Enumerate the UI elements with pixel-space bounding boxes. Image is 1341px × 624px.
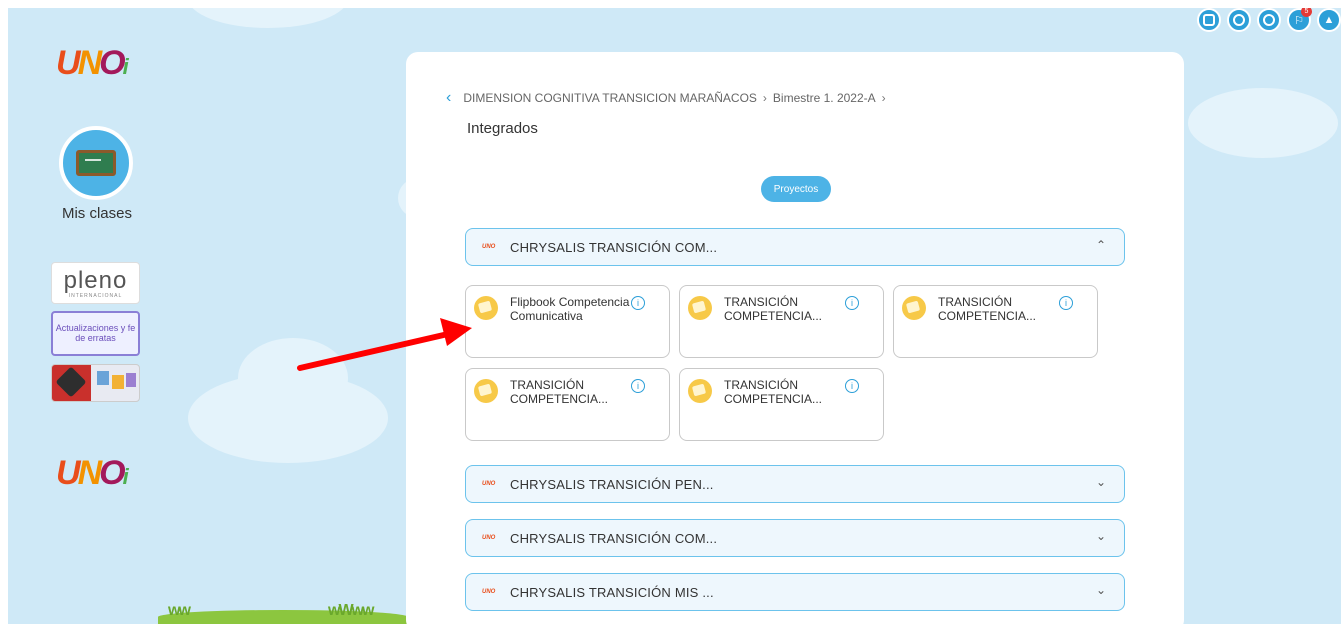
info-icon[interactable]: i xyxy=(845,379,859,393)
uno-mini-icon: UNO xyxy=(482,244,496,250)
actualizaciones-banner[interactable]: Actualizaciones y fe de erratas xyxy=(51,311,140,356)
accordion-header[interactable]: UNO CHRYSALIS TRANSICIÓN PEN... ⌄ xyxy=(465,465,1125,503)
info-icon[interactable]: i xyxy=(845,296,859,310)
book-image xyxy=(126,373,136,387)
accordion-header[interactable]: UNO CHRYSALIS TRANSICIÓN MIS ... ⌄ xyxy=(465,573,1125,611)
pleno-banner[interactable]: pleno INTERNACIONAL xyxy=(51,262,140,304)
cloud-decoration xyxy=(1188,88,1338,158)
org-chart-icon[interactable]: ▲ xyxy=(1317,8,1341,32)
breadcrumb-period[interactable]: Bimestre 1. 2022-A xyxy=(773,91,876,105)
info-icon[interactable]: i xyxy=(1059,296,1073,310)
book-icon xyxy=(688,379,712,403)
accordion-header[interactable]: UNO CHRYSALIS TRANSICIÓN COM... ⌄ xyxy=(465,519,1125,557)
resource-title: TRANSICIÓN COMPETENCIA... xyxy=(510,378,609,406)
classroom-icon xyxy=(76,150,116,176)
book-image xyxy=(112,375,124,389)
resource-card[interactable]: TRANSICIÓN COMPETENCIA... i xyxy=(465,368,670,441)
actualizaciones-label: Actualizaciones y fe de erratas xyxy=(55,323,136,343)
resource-card[interactable]: TRANSICIÓN COMPETENCIA... i xyxy=(679,368,884,441)
breadcrumb-course[interactable]: DIMENSION COGNITIVA TRANSICION MARAÑACOS xyxy=(463,91,757,105)
info-icon[interactable]: i xyxy=(631,379,645,393)
device-image xyxy=(55,366,87,398)
chevron-down-icon[interactable]: ⌄ xyxy=(1096,583,1106,597)
chevron-down-icon[interactable]: ⌄ xyxy=(1096,529,1106,543)
resource-card[interactable]: TRANSICIÓN COMPETENCIA... i xyxy=(679,285,884,358)
accordion-label: CHRYSALIS TRANSICIÓN MIS ... xyxy=(510,584,714,600)
page-title: Integrados xyxy=(467,120,538,137)
uno-mini-icon: UNO xyxy=(482,481,496,487)
book-icon xyxy=(474,379,498,403)
resource-title: Flipbook Competencia Comunicativa xyxy=(510,295,630,323)
tab-proyectos[interactable]: Proyectos xyxy=(761,176,831,202)
uno-mini-icon: UNO xyxy=(482,589,496,595)
grass-decoration: wWww xyxy=(328,602,374,619)
uno-mini-icon: UNO xyxy=(482,535,496,541)
pleno-subtitle: INTERNACIONAL xyxy=(68,293,123,299)
cloud-decoration xyxy=(188,8,348,28)
chevron-down-icon[interactable]: ⌄ xyxy=(1096,475,1106,489)
content-card: ‹ DIMENSION COGNITIVA TRANSICION MARAÑAC… xyxy=(406,52,1184,624)
back-icon[interactable]: ‹ xyxy=(446,90,451,106)
top-toolbar: ⚐ 5 ▲ xyxy=(1197,8,1341,32)
chevron-up-icon[interactable]: ⌃ xyxy=(1096,238,1106,252)
chevron-right-icon: › xyxy=(881,91,886,105)
accordion-header[interactable]: UNO CHRYSALIS TRANSICIÓN COM... ⌃ xyxy=(465,228,1125,266)
mail-icon[interactable] xyxy=(1257,8,1281,32)
mis-clases-button[interactable] xyxy=(59,126,133,200)
cloud-decoration xyxy=(238,338,348,418)
book-image xyxy=(97,371,109,385)
notification-badge: 5 xyxy=(1301,8,1312,17)
uno-logo[interactable]: UNOi xyxy=(56,46,129,80)
pleno-logo-text: pleno xyxy=(63,267,128,294)
clock-icon[interactable] xyxy=(1227,8,1251,32)
app-background: ww wWww UNOi Mis clases pleno INTERNACIO… xyxy=(8,8,1341,624)
book-icon xyxy=(474,296,498,320)
accordion-label: CHRYSALIS TRANSICIÓN COM... xyxy=(510,530,718,546)
mis-clases-label[interactable]: Mis clases xyxy=(38,205,156,222)
grass-decoration: ww xyxy=(168,602,191,619)
resource-title: TRANSICIÓN COMPETENCIA... xyxy=(938,295,1037,323)
resource-card[interactable]: TRANSICIÓN COMPETENCIA... i xyxy=(893,285,1098,358)
chevron-right-icon: › xyxy=(762,91,767,105)
resource-card[interactable]: Flipbook Competencia Comunicativa i xyxy=(465,285,670,358)
info-icon[interactable]: i xyxy=(631,296,645,310)
book-icon xyxy=(688,296,712,320)
resource-title: TRANSICIÓN COMPETENCIA... xyxy=(724,378,823,406)
calculator-icon[interactable] xyxy=(1197,8,1221,32)
accordion-label: CHRYSALIS TRANSICIÓN PEN... xyxy=(510,476,714,492)
bell-icon[interactable]: ⚐ 5 xyxy=(1287,8,1312,32)
book-icon xyxy=(902,296,926,320)
breadcrumb: ‹ DIMENSION COGNITIVA TRANSICION MARAÑAC… xyxy=(446,90,886,106)
accordion-label: CHRYSALIS TRANSICIÓN COM... xyxy=(510,239,718,255)
uno-logo-footer: UNOi xyxy=(56,454,129,492)
resource-title: TRANSICIÓN COMPETENCIA... xyxy=(724,295,823,323)
resources-banner[interactable] xyxy=(51,364,140,402)
